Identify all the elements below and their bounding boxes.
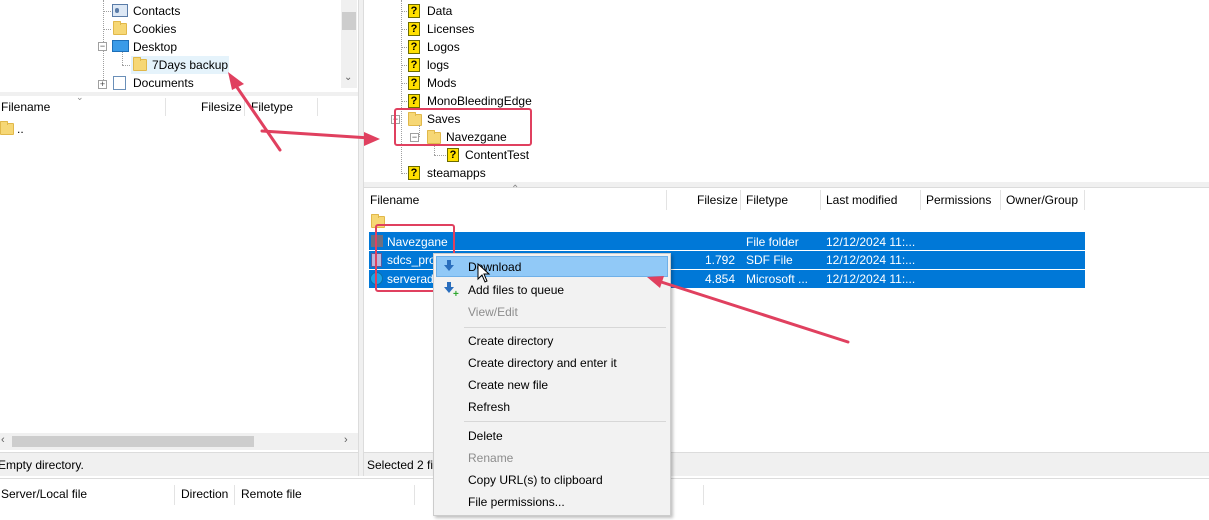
annotation-arrow — [653, 278, 850, 344]
annotation-arrow — [230, 78, 282, 152]
annotation-arrows — [228, 72, 850, 344]
annotation-arrow — [260, 129, 372, 140]
